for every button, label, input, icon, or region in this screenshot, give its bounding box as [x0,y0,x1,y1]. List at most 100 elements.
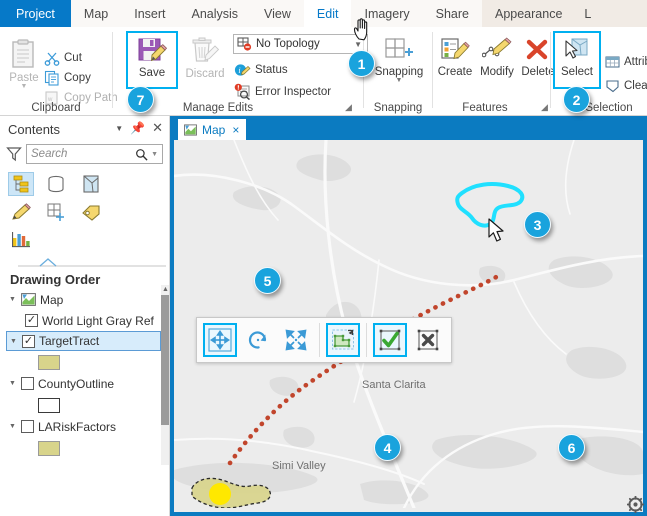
create-features-button[interactable]: Create [434,37,476,78]
list-by-snapping-button[interactable] [43,200,69,224]
tree-item-countyoutline[interactable]: ▼ CountyOutline [6,373,169,394]
contents-close-icon[interactable]: ✕ [152,120,163,136]
label-tag-icon [82,205,100,221]
countyoutline-expander-icon[interactable]: ▼ [8,380,17,387]
contents-pin-icon[interactable]: 📌 [130,121,145,135]
tree-item-lariskfactors[interactable]: ▼ LARiskFactors [6,416,169,437]
rotate-tool-button[interactable] [241,323,275,357]
svg-text:i: i [238,66,240,75]
status-icon: i [234,64,251,76]
cut-button[interactable]: Cut [44,50,82,66]
status-button[interactable]: i Status [234,62,288,78]
layer-checkbox-countyoutline[interactable] [21,377,34,390]
move-arrows-icon [208,328,232,352]
lariskfactors-expander-icon[interactable]: ▼ [8,423,17,430]
paste-chevron-down-icon[interactable]: ▼ [21,83,28,90]
tab-map[interactable]: Map [70,0,122,27]
callout-badge-3: 3 [524,211,551,238]
drawing-order-icon [13,175,29,193]
edit-vertices-button[interactable] [326,323,360,357]
scrollbar-up-arrow-icon[interactable]: ▲ [162,286,169,293]
range-slider-icon[interactable] [16,257,168,269]
tab-edit[interactable]: Edit [303,0,352,27]
list-by-charts-button[interactable] [8,228,34,252]
tab-analysis[interactable]: Analysis [178,0,252,27]
discard-label: Discard [185,68,225,80]
error-inspector-button[interactable]: Error Inspector [234,83,331,100]
features-dialog-launcher[interactable]: ◢ [541,102,548,113]
modify-features-button[interactable]: Modify [476,37,518,78]
targettract-expander-icon[interactable]: ▼ [9,338,18,345]
topology-dropdown[interactable]: No Topology ▼ [233,34,368,54]
map-expander-icon[interactable]: ▼ [8,296,17,303]
symbol-swatch-lariskfactors[interactable] [38,440,60,456]
layer-checkbox-targettract[interactable]: ✓ [22,334,35,348]
map-view-close-icon[interactable]: × [232,123,239,137]
tree-item-targettract[interactable]: ▼ ✓ TargetTract [6,331,161,351]
select-tool-button[interactable]: Select [557,36,597,78]
tree-item-lariskfactors-label: LARiskFactors [38,419,117,434]
tab-appearance[interactable]: Appearance [481,0,576,27]
map-icon [21,293,36,306]
attributes-button[interactable]: Attrib [605,55,647,69]
tab-view[interactable]: View [251,0,304,27]
scale-tool-button[interactable] [279,323,313,357]
search-input[interactable]: Search ▼ [26,144,163,164]
map-view-tab-label: Map [202,122,226,137]
save-edits-button[interactable]: Save [130,36,174,79]
delete-x-icon [526,39,548,60]
list-by-editing-button[interactable] [8,200,34,224]
clipboard-group-label: Clipboard [31,102,81,114]
list-by-drawing-order-button[interactable] [8,172,34,196]
cancel-x-icon [417,329,439,351]
tab-edit-label: Edit [316,6,339,21]
symbol-swatch-countyoutline[interactable] [38,397,60,413]
etb-transform-group [197,318,319,362]
symbol-row-countyoutline [6,394,169,416]
list-by-labeling-button[interactable] [78,200,104,224]
callout-badge-2-label: 2 [572,91,581,108]
tab-share[interactable]: Share [422,0,482,27]
search-options-chevron-down-icon[interactable]: ▼ [151,151,158,158]
selection-polygon-icon [83,175,99,193]
tab-labeling[interactable]: L [575,0,596,27]
search-placeholder: Search [31,148,68,160]
tab-insert[interactable]: Insert [121,0,179,27]
editing-floating-toolbar[interactable] [196,317,452,363]
manage-edits-dialog-launcher[interactable]: ◢ [345,102,352,113]
paste-button[interactable]: Paste ▼ [4,39,44,90]
callout-badge-1: 1 [348,50,375,77]
finish-edit-button[interactable] [373,323,407,357]
snapping-button[interactable]: Snapping ▼ [370,37,428,84]
contents-view-buttons [0,168,169,269]
copy-button[interactable]: Copy [44,70,91,86]
search-icon[interactable] [135,148,148,161]
symbol-swatch-targettract[interactable] [38,354,60,370]
list-by-selection-button[interactable] [78,172,104,196]
discard-edits-button[interactable]: Discard [181,37,229,80]
layer-tree-scroll-thumb[interactable] [161,295,169,425]
map-view-tab[interactable]: Map × [178,119,247,140]
layer-checkbox-world-light-gray-ref[interactable]: ✓ [25,314,38,327]
clear-selection-button[interactable]: Clear [605,79,647,93]
map-settings-gear-icon[interactable] [627,496,644,513]
tree-item-world-light-gray-ref[interactable]: ✓ World Light Gray Ref [6,310,169,331]
contents-menu-chevron-down-icon[interactable]: ▼ [115,124,123,133]
move-tool-button[interactable] [203,323,237,357]
filter-funnel-icon[interactable] [6,146,22,162]
tree-item-map[interactable]: ▼ Map [6,289,169,310]
layer-tree-scrollbar[interactable]: ▲ [161,285,169,465]
contents-pane-header: Contents ▼ 📌 ✕ [0,116,169,142]
etb-vertices-group [320,318,366,362]
cancel-edit-button[interactable] [411,323,445,357]
layer-checkbox-lariskfactors[interactable] [21,420,34,433]
symbol-row-targettract [6,351,169,373]
list-by-data-source-button[interactable] [43,172,69,196]
callout-badge-4-label: 4 [383,439,392,456]
tab-project[interactable]: Project [0,0,71,27]
tab-project-label: Project [16,6,55,21]
select-label: Select [561,66,593,78]
tree-item-countyoutline-label: CountyOutline [38,376,115,391]
snapping-chevron-down-icon[interactable]: ▼ [396,77,403,84]
copy-label: Copy [64,72,91,84]
